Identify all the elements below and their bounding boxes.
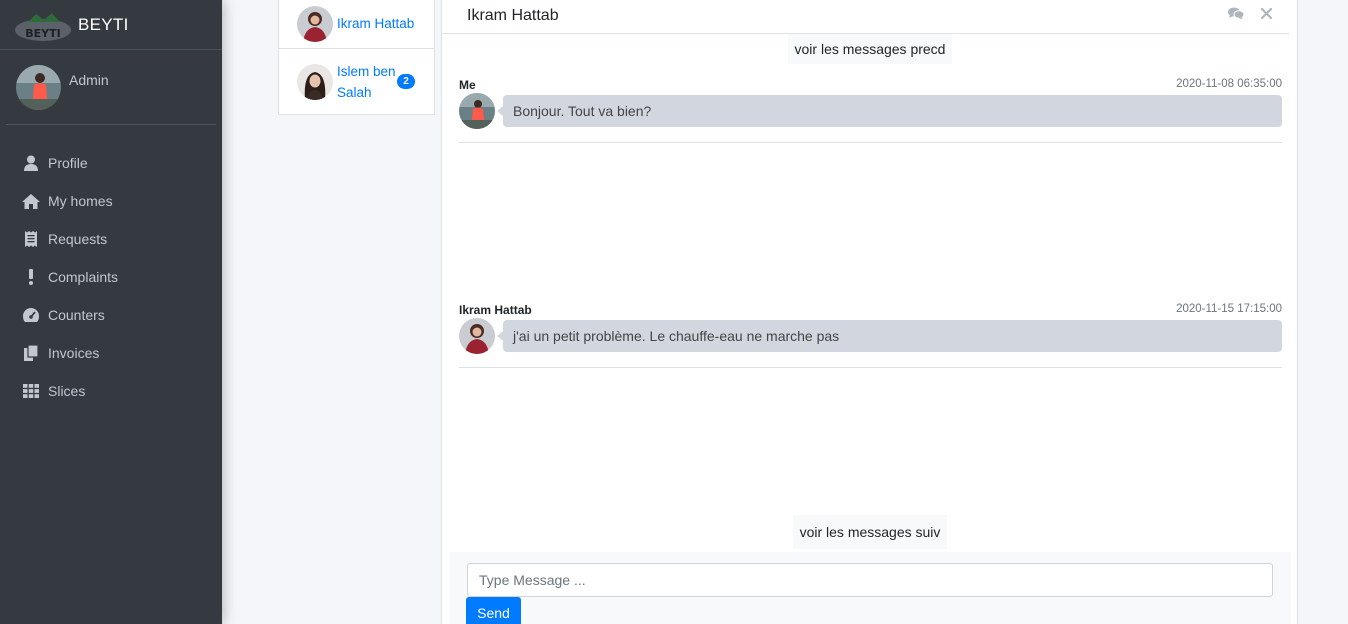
home-icon [22,192,40,210]
brand-logo: BEYTI [14,8,72,42]
message-avatar [459,318,495,354]
message-input[interactable] [467,563,1273,597]
next-messages-button[interactable]: voir les messages suiv [793,515,947,549]
sidebar-item-label: Slices [48,383,86,399]
message-meta: Me 2020-11-08 06:35:00 [459,78,1282,94]
sidebar-item-label: Profile [48,155,88,171]
user-avatar [16,65,61,110]
svg-text:BEYTI: BEYTI [25,27,60,40]
chat-tools [1227,5,1275,22]
conversation-name: Ikram Hattab [337,16,415,31]
chat-title: Ikram Hattab [467,7,559,24]
message-avatar [459,93,495,129]
sidebar-nav: Profile My homes Requests Complaints Cou… [0,144,222,410]
chat-card: Ikram Hattab voir les messages precd Me … [441,0,1298,624]
comments-icon[interactable] [1227,5,1244,22]
conversation-name: Islem ben Salah [337,63,396,100]
sidebar-item-profile[interactable]: Profile [0,144,222,182]
copy-icon [22,344,40,362]
conversation-list: Ikram Hattab Islem ben Salah 2 [278,0,435,115]
message-row: j'ai un petit problème. Le chauffe-eau n… [459,318,1282,354]
message-author: Me [459,78,476,92]
sidebar-item-complaints[interactable]: Complaints [0,258,222,296]
sidebar-item-label: Requests [48,231,108,247]
sidebar-item-label: Complaints [48,269,119,285]
message-divider [459,142,1282,143]
brand-text: BEYTI [78,14,129,34]
sidebar-item-label: Invoices [48,345,100,361]
brand-link[interactable]: BEYTI BEYTI [0,0,222,50]
contact-avatar [297,5,333,42]
sidebar-item-label: Counters [48,307,105,323]
message-bubble: Bonjour. Tout va bien? [497,95,1282,127]
gauge-icon [22,306,40,324]
message: Ikram Hattab 2020-11-15 17:15:00 j'ai un… [459,303,1282,368]
sidebar-item-label: My homes [48,193,113,209]
message-timestamp: 2020-11-15 17:15:00 [1176,303,1282,315]
sidebar-item-my-homes[interactable]: My homes [0,182,222,220]
chat-header: Ikram Hattab [442,0,1289,34]
chat-footer: Send [450,552,1291,624]
message: Me 2020-11-08 06:35:00 Bonjour. Tout va … [459,78,1282,143]
user-name: Admin [69,72,109,88]
sidebar-item-requests[interactable]: Requests [0,220,222,258]
message-bubble: j'ai un petit problème. Le chauffe-eau n… [497,320,1282,352]
conversation-item[interactable]: Ikram Hattab [279,0,434,49]
sidebar-item-counters[interactable]: Counters [0,296,222,334]
contact-avatar [297,63,333,100]
sidebar: BEYTI BEYTI Admin Profile My homes Reque… [0,0,222,624]
conversation-item[interactable]: Islem ben Salah 2 [279,49,434,114]
unread-badge: 2 [397,74,415,89]
close-icon[interactable] [1258,5,1275,22]
sidebar-item-invoices[interactable]: Invoices [0,334,222,372]
receipt-icon [22,230,40,248]
grid-icon [22,382,40,400]
message-meta: Ikram Hattab 2020-11-15 17:15:00 [459,303,1282,319]
user-panel[interactable]: Admin [6,50,216,125]
send-button[interactable]: Send [466,597,521,624]
previous-messages-button[interactable]: voir les messages precd [788,34,952,64]
exclamation-icon [22,268,40,286]
message-divider [459,367,1282,368]
message-author: Ikram Hattab [459,303,532,317]
chat-messages: voir les messages precd Me 2020-11-08 06… [442,34,1291,550]
message-timestamp: 2020-11-08 06:35:00 [1176,78,1282,90]
message-row: Bonjour. Tout va bien? [459,93,1282,129]
sidebar-item-slices[interactable]: Slices [0,372,222,410]
user-icon [22,154,40,172]
